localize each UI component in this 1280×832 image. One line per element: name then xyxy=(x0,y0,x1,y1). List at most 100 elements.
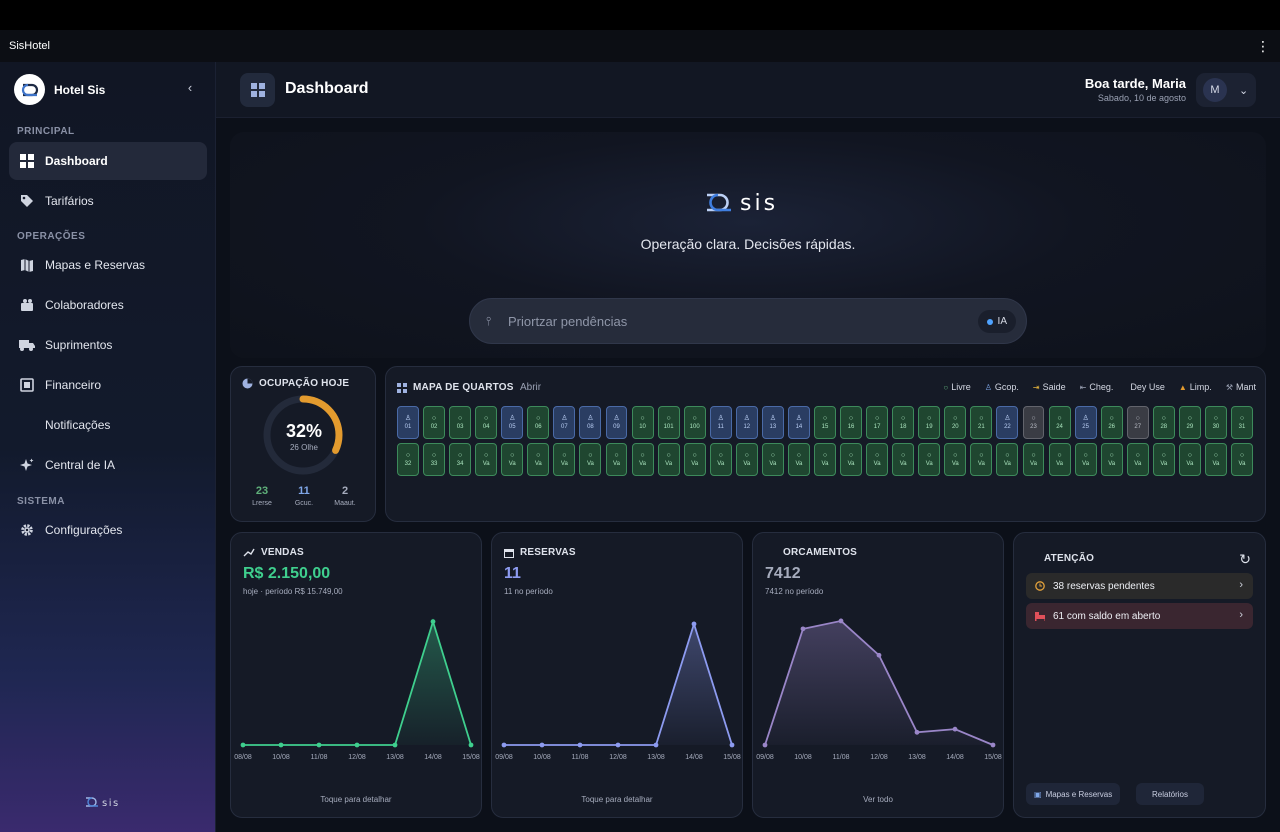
room-tile[interactable]: ○ 28 xyxy=(1152,406,1175,439)
sidebar-item-colaboradores[interactable]: Colaboradores xyxy=(9,286,207,324)
room-tile[interactable]: ○ Va xyxy=(944,443,967,476)
chart-point[interactable] xyxy=(876,652,882,658)
room-tile[interactable]: ○ 34 xyxy=(449,443,472,476)
room-tile[interactable]: ○ Va xyxy=(892,443,915,476)
chart-point[interactable] xyxy=(952,726,958,732)
room-tile[interactable]: ○ Va xyxy=(579,443,602,476)
room-tile[interactable]: ○ Va xyxy=(553,443,576,476)
room-tile[interactable]: ○ 21 xyxy=(970,406,993,439)
open-room-map-link[interactable]: Abrir xyxy=(520,382,541,393)
room-tile[interactable]: ○ 06 xyxy=(527,406,550,439)
room-tile[interactable]: ♙ 14 xyxy=(787,406,810,439)
sidebar-item-central-ia[interactable]: Central de IA xyxy=(9,446,207,484)
room-tile[interactable]: ○ Va xyxy=(1074,443,1097,476)
alert-pending-reservations[interactable]: 38 reservas pendentes › xyxy=(1026,573,1253,599)
room-tile[interactable]: ○ Va xyxy=(1204,443,1227,476)
sidebar-item-configuracoes[interactable]: Configurações xyxy=(9,511,207,549)
room-tile[interactable]: ○ 33 xyxy=(423,443,446,476)
chart-point[interactable] xyxy=(577,742,583,748)
room-tile[interactable]: ○ 27 xyxy=(1126,406,1149,439)
room-tile[interactable]: ○ Va xyxy=(475,443,498,476)
room-tile[interactable]: ○ Va xyxy=(1126,443,1149,476)
room-tile[interactable]: ○ Va xyxy=(996,443,1019,476)
room-tile[interactable]: ○ 23 xyxy=(1022,406,1045,439)
room-tile[interactable]: ○ Va xyxy=(787,443,810,476)
sidebar-item-dashboard[interactable]: Dashboard xyxy=(9,142,207,180)
ai-search-bar[interactable]: ⫯ IA xyxy=(469,298,1027,344)
room-tile[interactable]: ○ Va xyxy=(527,443,550,476)
chart-point[interactable] xyxy=(914,729,920,735)
search-input[interactable] xyxy=(508,313,968,329)
chart-point[interactable] xyxy=(430,619,436,625)
room-tile[interactable]: ○ Va xyxy=(814,443,836,476)
room-tile[interactable]: ○ Va xyxy=(683,443,706,476)
chart-point[interactable] xyxy=(800,626,806,632)
refresh-icon[interactable]: ↻ xyxy=(1239,551,1251,568)
room-tile[interactable]: ○ 31 xyxy=(1231,406,1253,439)
chart-point[interactable] xyxy=(278,742,284,748)
room-tile[interactable]: ○ Va xyxy=(1231,443,1253,476)
room-tile[interactable]: ♙ 12 xyxy=(735,406,758,439)
room-tile[interactable]: ○ 26 xyxy=(1100,406,1123,439)
room-tile[interactable]: ♙ 13 xyxy=(761,406,784,439)
chart-point[interactable] xyxy=(762,742,768,748)
chart-point[interactable] xyxy=(838,618,844,624)
room-tile[interactable]: ○ Va xyxy=(1022,443,1045,476)
chart-point[interactable] xyxy=(729,742,735,748)
chart-point[interactable] xyxy=(316,742,322,748)
maps-reservations-button[interactable]: ▣ Mapas e Reservas xyxy=(1026,783,1121,805)
room-tile[interactable]: ○ 15 xyxy=(814,406,836,439)
sidebar-item-notificacoes[interactable]: Notificações xyxy=(9,406,207,444)
sidebar-item-suprimentos[interactable]: Suprimentos xyxy=(9,326,207,364)
chart-point[interactable] xyxy=(990,742,996,748)
alert-open-balance[interactable]: 61 com saldo em aberto › xyxy=(1026,603,1253,629)
room-tile[interactable]: ○ Va xyxy=(735,443,758,476)
room-tile[interactable]: ○ Va xyxy=(709,443,732,476)
room-tile[interactable]: ○ 19 xyxy=(918,406,941,439)
room-tile[interactable]: ○ 02 xyxy=(423,406,446,439)
budgets-card[interactable]: ORCAMENTOS 7412 7412 no período 09/08 10/… xyxy=(752,532,1004,818)
room-tile[interactable]: ♙ 09 xyxy=(605,406,628,439)
kebab-menu-icon[interactable]: ⋮ xyxy=(1256,38,1270,54)
user-menu-button[interactable]: M ⌄ xyxy=(1196,73,1256,107)
room-tile[interactable]: ○ Va xyxy=(761,443,784,476)
chart-point[interactable] xyxy=(615,742,621,748)
chart-point[interactable] xyxy=(501,742,507,748)
room-tile[interactable]: ♙ 08 xyxy=(579,406,602,439)
room-tile[interactable]: ○ 17 xyxy=(866,406,889,439)
room-tile[interactable]: ○ 30 xyxy=(1204,406,1227,439)
room-tile[interactable]: ○ Va xyxy=(501,443,524,476)
occupancy-card[interactable]: OCUPAÇÃO HOJE 32% 26 Olhe 23 Lrerse 11 G… xyxy=(230,366,376,522)
room-tile[interactable]: ○ 20 xyxy=(944,406,967,439)
room-tile[interactable]: ○ 101 xyxy=(657,406,680,439)
room-tile[interactable]: ○ Va xyxy=(657,443,680,476)
collapse-sidebar-icon[interactable]: ‹ xyxy=(182,80,198,96)
brand[interactable]: Hotel Sis xyxy=(14,74,105,105)
chart-point[interactable] xyxy=(468,742,474,748)
budgets-footer[interactable]: Ver todo xyxy=(753,795,1003,804)
sidebar-item-mapas-reservas[interactable]: Mapas e Reservas xyxy=(9,246,207,284)
chart-point[interactable] xyxy=(354,742,360,748)
ia-button[interactable]: IA xyxy=(977,310,1016,333)
room-tile[interactable]: ♙ 01 xyxy=(397,406,419,439)
reservations-card[interactable]: RESERVAS 11 11 no período 09/08 10/08 11/0… xyxy=(491,532,743,818)
room-tile[interactable]: ♙ 07 xyxy=(553,406,576,439)
room-tile[interactable]: ○ 24 xyxy=(1048,406,1071,439)
room-tile[interactable]: ○ 29 xyxy=(1178,406,1201,439)
chart-point[interactable] xyxy=(653,742,659,748)
room-tile[interactable]: ○ Va xyxy=(1178,443,1201,476)
sales-card[interactable]: VENDAS R$ 2.150,00 hoje · período R$ 15.… xyxy=(230,532,482,818)
sidebar-item-financeiro[interactable]: Financeiro xyxy=(9,366,207,404)
chart-point[interactable] xyxy=(240,742,246,748)
room-tile[interactable]: ♙ 11 xyxy=(709,406,732,439)
chart-point[interactable] xyxy=(539,742,545,748)
room-tile[interactable]: ○ 04 xyxy=(475,406,498,439)
room-tile[interactable]: ○ Va xyxy=(866,443,889,476)
room-tile[interactable]: ○ 10 xyxy=(631,406,654,439)
room-tile[interactable]: ○ 18 xyxy=(892,406,915,439)
room-tile[interactable]: ○ Va xyxy=(605,443,628,476)
chart-point[interactable] xyxy=(392,742,398,748)
room-tile[interactable]: ○ 03 xyxy=(449,406,472,439)
reports-button[interactable]: Relatórios xyxy=(1136,783,1204,805)
room-tile[interactable]: ♙ 25 xyxy=(1074,406,1097,439)
